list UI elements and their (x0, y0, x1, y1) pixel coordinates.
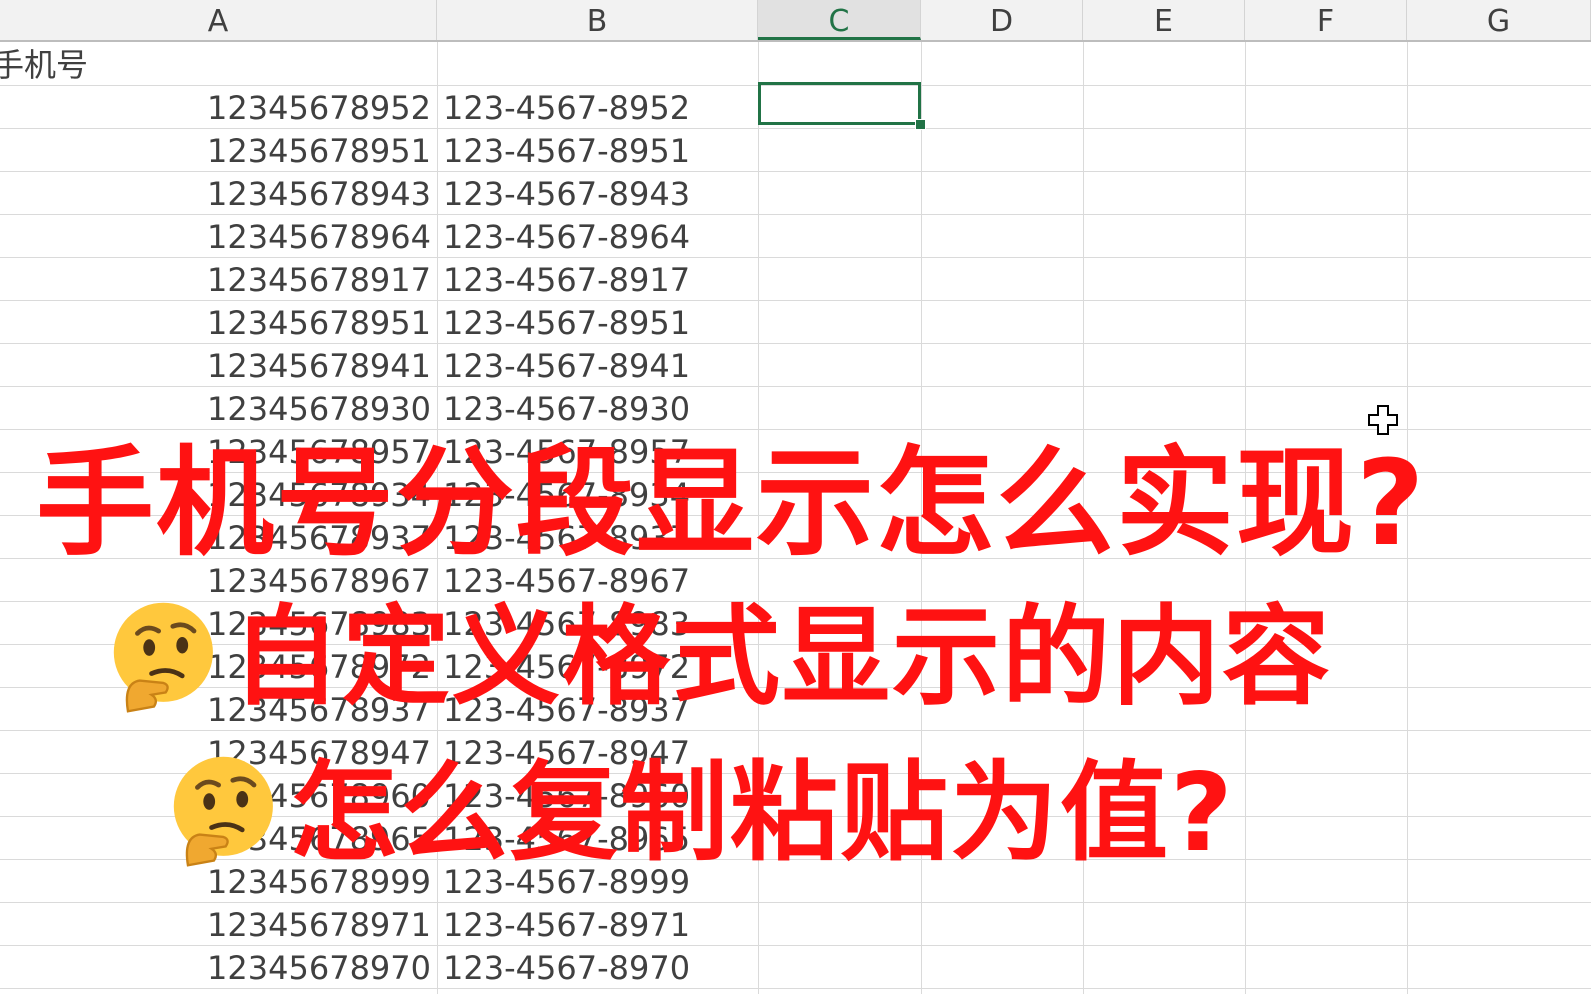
thinking-face-icon (113, 602, 213, 713)
caption-line-2: 自定义格式显示的内容 (232, 595, 1333, 720)
thinking-face-icon (173, 756, 273, 867)
column-header-bar: ABCDEFG (0, 0, 1591, 42)
cell-B-formatted-number[interactable]: 123-4567-8952 (443, 85, 753, 128)
cell-A-raw-number[interactable]: 12345678951 (0, 300, 431, 343)
cell-A-raw-number[interactable]: 12345678952 (0, 85, 431, 128)
column-header-A[interactable]: A (0, 0, 437, 40)
column-header-G[interactable]: G (1407, 0, 1591, 40)
cell-B-formatted-number[interactable]: 123-4567-8951 (443, 128, 753, 171)
cell-B-formatted-number[interactable]: 123-4567-8943 (443, 171, 753, 214)
column-header-C[interactable]: C (758, 0, 921, 40)
caption-line-1: 手机号分段显示怎么实现? (36, 434, 1427, 572)
cell-B-formatted-number[interactable]: 123-4567-8917 (443, 257, 753, 300)
column-header-F[interactable]: F (1245, 0, 1407, 40)
selected-cell-C2[interactable] (758, 82, 921, 125)
cell-A1-header[interactable]: 手机号 (0, 42, 412, 85)
cell-A-raw-number[interactable]: 12345678941 (0, 343, 431, 386)
column-header-D[interactable]: D (921, 0, 1083, 40)
fill-handle[interactable] (915, 119, 926, 130)
cell-A-raw-number[interactable]: 12345678970 (0, 945, 431, 988)
cell-A-raw-number[interactable]: 12345678917 (0, 257, 431, 300)
cell-A-raw-number[interactable]: 12345678964 (0, 214, 431, 257)
cell-B-formatted-number[interactable]: 123-4567-8971 (443, 902, 753, 945)
cell-A-raw-number[interactable]: 12345678951 (0, 128, 431, 171)
column-header-E[interactable]: E (1083, 0, 1245, 40)
cell-select-cursor-icon (1368, 405, 1398, 435)
cell-A-raw-number[interactable]: 12345678943 (0, 171, 431, 214)
cell-A-raw-number[interactable]: 12345678930 (0, 386, 431, 429)
cell-B-formatted-number[interactable]: 123-4567-8930 (443, 386, 753, 429)
cell-A-raw-number[interactable]: 12345678971 (0, 902, 431, 945)
caption-line-3: 怎么复制粘贴为值? (290, 751, 1235, 876)
cell-B-formatted-number[interactable]: 123-4567-8941 (443, 343, 753, 386)
cell-B-formatted-number[interactable]: 123-4567-8964 (443, 214, 753, 257)
grid-line-horizontal (0, 988, 1591, 989)
cell-B-formatted-number[interactable]: 123-4567-8970 (443, 945, 753, 988)
column-header-B[interactable]: B (437, 0, 758, 40)
cell-B-formatted-number[interactable]: 123-4567-8951 (443, 300, 753, 343)
